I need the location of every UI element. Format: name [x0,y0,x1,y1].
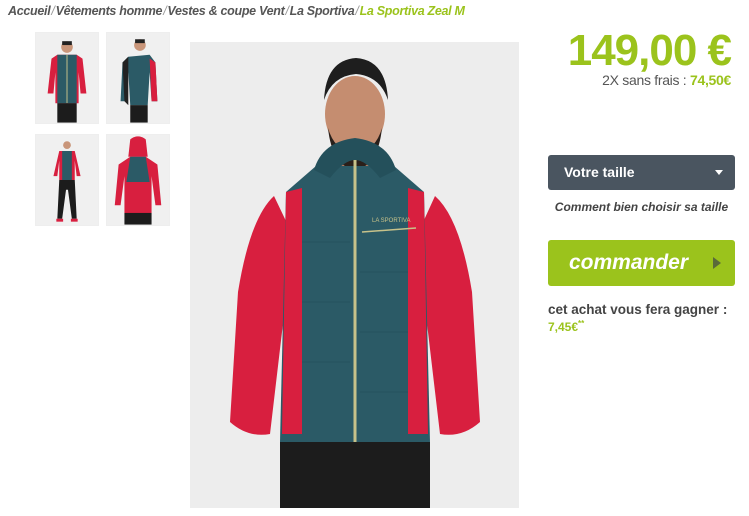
jacket-front-main-image: LA SPORTIVA [190,42,519,508]
main-product-image[interactable]: LA SPORTIVA [190,42,519,508]
jacket-side-thumb-image [107,33,169,123]
breadcrumb-item-la-sportiva[interactable]: La Sportiva [290,4,355,18]
jacket-back-thumb-image [107,135,169,225]
thumbnail-side-view[interactable] [106,32,170,124]
installment-label: 2X sans frais : [602,72,690,88]
svg-text:LA SPORTIVA: LA SPORTIVA [372,218,410,224]
chevron-down-icon [715,170,723,175]
thumbnail-back-view[interactable] [106,134,170,226]
installment-amount: 74,50€ [689,72,731,88]
jacket-full-body-thumb-image [36,135,98,225]
reward-amount-note: ** [578,319,585,328]
installment-info: 2X sans frais : 74,50€ [602,72,731,88]
breadcrumb-separator: / [355,4,359,18]
size-select[interactable]: Votre taille [548,155,735,190]
arrow-right-icon [713,257,721,269]
order-button[interactable]: commander [548,240,735,286]
breadcrumb-separator: / [51,4,55,18]
reward-text: cet achat vous fera gagner : [548,302,728,317]
order-button-label: commander [569,251,689,274]
thumbnail-full-body-view[interactable] [35,134,99,226]
jacket-front-thumb-image [36,33,98,123]
breadcrumb-current: La Sportiva Zeal M [359,4,465,18]
breadcrumb-separator: / [163,4,167,18]
breadcrumb: Accueil/Vêtements homme/Vestes & coupe V… [8,4,465,18]
breadcrumb-item-vestes[interactable]: Vestes & coupe Vent [167,4,284,18]
breadcrumb-item-vetements-homme[interactable]: Vêtements homme [56,4,163,18]
product-price: 149,00 € [567,26,732,75]
size-guide-link[interactable]: Comment bien choisir sa taille [548,200,735,214]
breadcrumb-separator: / [285,4,289,18]
reward-amount-value: 7,45€ [548,320,579,334]
reward-amount: 7,45€** [548,319,584,334]
thumbnail-front-view[interactable] [35,32,99,124]
size-select-label: Votre taille [564,164,635,180]
breadcrumb-item-accueil[interactable]: Accueil [8,4,51,18]
